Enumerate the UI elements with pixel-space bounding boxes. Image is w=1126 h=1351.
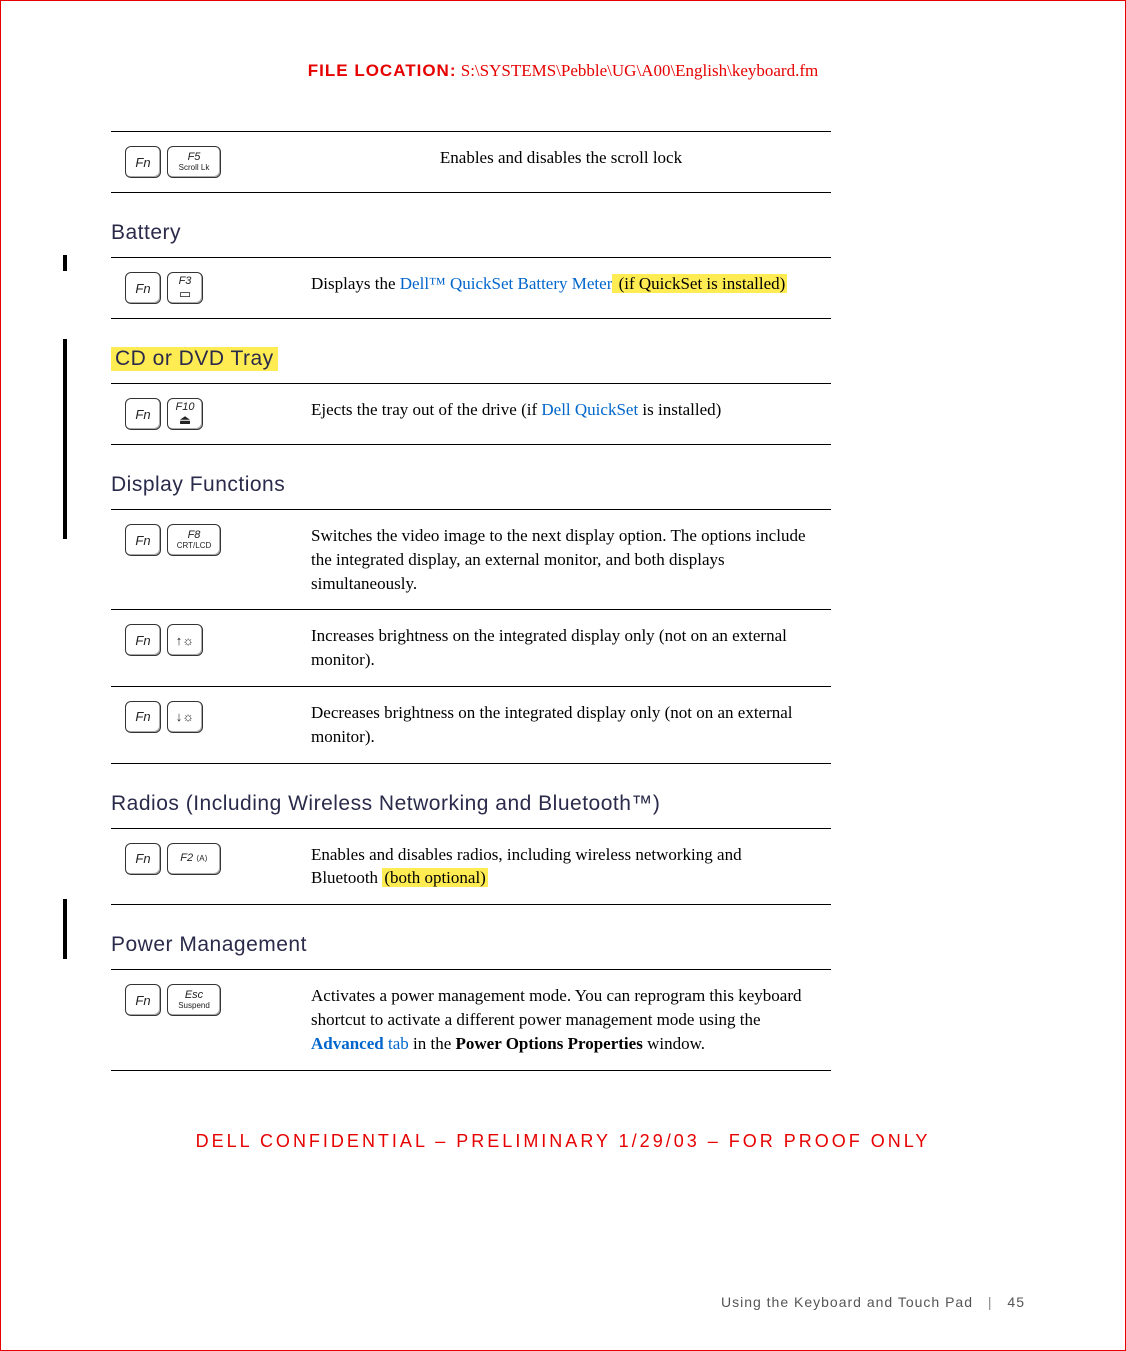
keycap-group-bright-down: Fn ↓☼ — [125, 701, 311, 733]
row-display-switch: Fn F8 CRT/LCD Switches the video image t… — [111, 509, 831, 609]
page-footer: Using the Keyboard and Touch Pad | 45 — [721, 1294, 1025, 1310]
confidential-footer: DELL CONFIDENTIAL – PRELIMINARY 1/29/03 … — [101, 1131, 1025, 1152]
file-location-label: FILE LOCATION: — [308, 61, 457, 80]
f2-key-icon: F2 ⟨A⟩ — [167, 843, 221, 875]
brightness-up-icon: ↑☼ — [167, 624, 203, 656]
row-power: Fn Esc Suspend Activates a power managem… — [111, 969, 831, 1070]
row-brightness-down: Fn ↓☼ Decreases brightness on the integr… — [111, 686, 831, 764]
quickset-link-2[interactable]: Dell QuickSet — [541, 400, 638, 419]
footer-page-number: 45 — [1007, 1294, 1025, 1310]
f3-key-icon: F3 ▭ — [167, 272, 203, 304]
radios-desc: Enables and disables radios, including w… — [311, 843, 831, 891]
fn-key-icon: Fn — [125, 524, 161, 556]
keycap-group-cd: Fn F10 ⏏ — [125, 398, 311, 430]
keycap-group-bright-up: Fn ↑☼ — [125, 624, 311, 656]
advanced-tab-link[interactable]: Advanced — [311, 1034, 384, 1053]
fn-key-icon: Fn — [125, 984, 161, 1016]
brightness-up-desc: Increases brightness on the integrated d… — [311, 624, 831, 672]
row-radios: Fn F2 ⟨A⟩ Enables and disables radios, i… — [111, 828, 831, 906]
battery-desc: Displays the Dell™ QuickSet Battery Mete… — [311, 272, 831, 304]
fn-key-icon: Fn — [125, 843, 161, 875]
display-switch-desc: Switches the video image to the next dis… — [311, 524, 831, 595]
file-location-header: FILE LOCATION: S:\SYSTEMS\Pebble\UG\A00\… — [101, 61, 1025, 81]
keycap-group-crt: Fn F8 CRT/LCD — [125, 524, 311, 556]
keycap-group-scroll: Fn F5 Scroll Lk — [125, 146, 311, 178]
fn-key-icon: Fn — [125, 272, 161, 304]
heading-radios: Radios (Including Wireless Networking an… — [111, 792, 831, 816]
wireless-icon: ⟨A⟩ — [196, 855, 208, 863]
scroll-lock-desc: Enables and disables the scroll lock — [311, 146, 831, 178]
radios-highlight: (both optional) — [382, 868, 488, 887]
brightness-down-icon: ↓☼ — [167, 701, 203, 733]
brightness-down-desc: Decreases brightness on the integrated d… — [311, 701, 831, 749]
esc-key-icon: Esc Suspend — [167, 984, 221, 1016]
change-bar-1 — [63, 255, 67, 271]
heading-cd-dvd: CD or DVD Tray — [111, 347, 278, 371]
f5-key-icon: F5 Scroll Lk — [167, 146, 221, 178]
change-bar-3 — [63, 899, 67, 959]
heading-display: Display Functions — [111, 473, 831, 497]
power-desc: Activates a power management mode. You c… — [311, 984, 831, 1055]
f10-key-icon: F10 ⏏ — [167, 398, 203, 430]
row-brightness-up: Fn ↑☼ Increases brightness on the integr… — [111, 609, 831, 686]
fn-key-icon: Fn — [125, 398, 161, 430]
keycap-group-radios: Fn F2 ⟨A⟩ — [125, 843, 311, 875]
file-location-path: S:\SYSTEMS\Pebble\UG\A00\English\keyboar… — [461, 61, 818, 80]
row-cd-dvd: Fn F10 ⏏ Ejects the tray out of the driv… — [111, 383, 831, 445]
footer-separator: | — [988, 1294, 993, 1310]
power-options-bold: Power Options Properties — [456, 1034, 643, 1053]
quickset-link[interactable]: Dell™ QuickSet Battery Meter — [400, 274, 613, 293]
heading-power: Power Management — [111, 933, 831, 957]
f8-key-icon: F8 CRT/LCD — [167, 524, 221, 556]
row-scroll-lock: Fn F5 Scroll Lk Enables and disables the… — [111, 131, 831, 193]
row-battery: Fn F3 ▭ Displays the Dell™ QuickSet Batt… — [111, 257, 831, 319]
change-bar-2 — [63, 339, 67, 539]
fn-key-icon: Fn — [125, 624, 161, 656]
keycap-group-battery: Fn F3 ▭ — [125, 272, 311, 304]
cd-desc: Ejects the tray out of the drive (if Del… — [311, 398, 831, 430]
battery-highlight: (if QuickSet is installed) — [612, 274, 787, 293]
footer-section: Using the Keyboard and Touch Pad — [721, 1294, 973, 1310]
fn-key-icon: Fn — [125, 146, 161, 178]
fn-key-icon: Fn — [125, 701, 161, 733]
heading-battery: Battery — [111, 221, 831, 245]
eject-icon: ⏏ — [179, 413, 191, 426]
keycap-group-power: Fn Esc Suspend — [125, 984, 311, 1016]
battery-icon: ▭ — [179, 287, 191, 300]
